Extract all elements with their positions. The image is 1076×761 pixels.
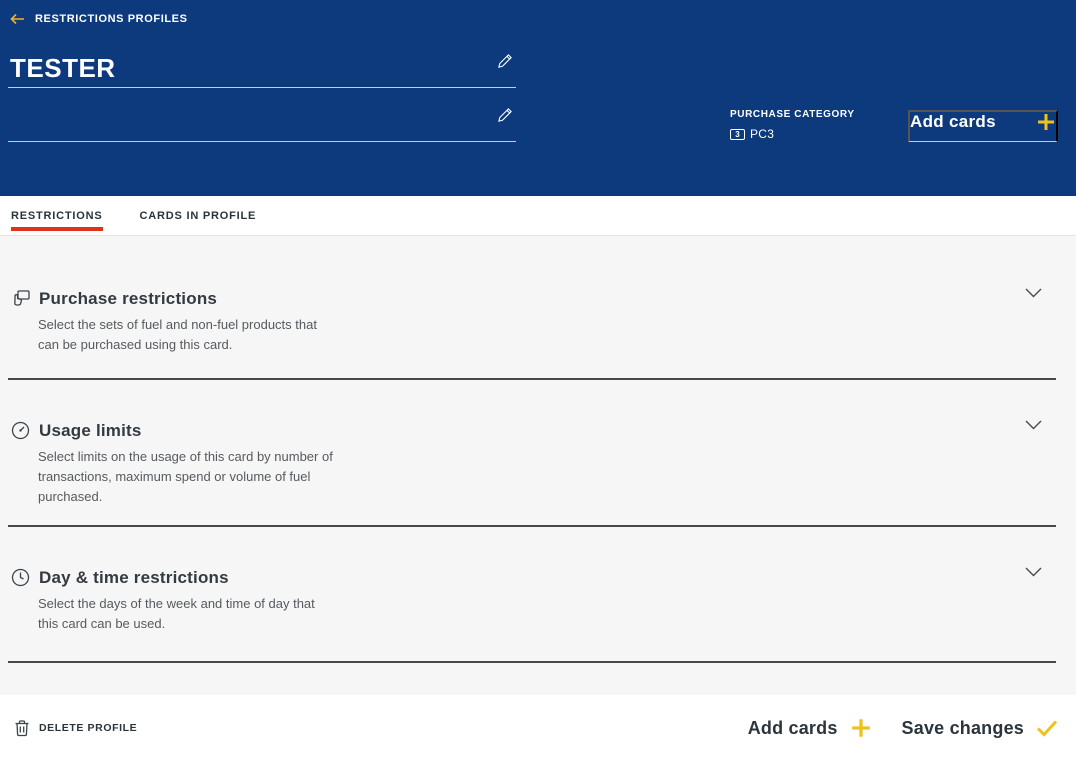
tab-bar: RESTRICTIONS CARDS IN PROFILE: [0, 196, 1076, 236]
action-footer: DELETE PROFILE Add cards Save changes: [0, 695, 1076, 761]
profile-name-field[interactable]: TESTER: [8, 46, 516, 88]
edit-description-button[interactable]: [496, 106, 514, 127]
section-title: Usage limits: [39, 421, 142, 441]
hand-card-icon: [10, 288, 31, 309]
add-cards-button[interactable]: Add cards: [748, 717, 872, 739]
section-description: Select limits on the usage of this card …: [38, 447, 334, 507]
plus-icon: [850, 717, 872, 739]
restrictions-panel: Purchase restrictions Select the sets of…: [0, 236, 1076, 695]
chevron-down-icon[interactable]: [1025, 420, 1042, 430]
breadcrumb-label: RESTRICTIONS PROFILES: [35, 13, 188, 25]
profile-name: TESTER: [8, 46, 116, 84]
tab-cards-in-profile[interactable]: CARDS IN PROFILE: [140, 196, 257, 235]
purchase-category-badge-icon: 3: [730, 129, 745, 140]
profile-header: RESTRICTIONS PROFILES TESTER PURCHASE: [0, 0, 1076, 196]
breadcrumb-back[interactable]: RESTRICTIONS PROFILES: [10, 13, 188, 25]
back-arrow-icon: [10, 13, 25, 25]
pencil-icon: [496, 106, 514, 127]
add-cards-header-label: Add cards: [910, 112, 996, 132]
chevron-down-icon[interactable]: [1025, 288, 1042, 298]
section-title: Day & time restrictions: [39, 568, 229, 588]
chevron-down-icon[interactable]: [1025, 567, 1042, 577]
edit-name-button[interactable]: [496, 52, 514, 73]
pencil-icon: [496, 52, 514, 73]
profile-description-field[interactable]: [8, 100, 516, 142]
section-description: Select the sets of fuel and non-fuel pro…: [38, 315, 334, 355]
purchase-category-value: PC3: [750, 127, 774, 141]
trash-icon: [14, 719, 30, 737]
purchase-category: PURCHASE CATEGORY 3 PC3: [730, 109, 855, 141]
section-description: Select the days of the week and time of …: [38, 594, 334, 634]
section-title: Purchase restrictions: [39, 289, 217, 309]
delete-profile-label: DELETE PROFILE: [39, 722, 137, 734]
add-cards-label: Add cards: [748, 718, 838, 739]
plus-icon: [1036, 112, 1056, 132]
section-day-time-restrictions[interactable]: Day & time restrictions Select the days …: [8, 527, 1056, 663]
section-usage-limits[interactable]: Usage limits Select limits on the usage …: [8, 380, 1056, 527]
gauge-icon: [10, 420, 31, 441]
save-changes-button[interactable]: Save changes: [902, 718, 1058, 739]
check-icon: [1036, 719, 1058, 737]
section-purchase-restrictions[interactable]: Purchase restrictions Select the sets of…: [8, 236, 1056, 380]
tab-restrictions[interactable]: RESTRICTIONS: [11, 196, 103, 235]
save-changes-label: Save changes: [902, 718, 1024, 739]
delete-profile-button[interactable]: DELETE PROFILE: [14, 719, 137, 737]
purchase-category-label: PURCHASE CATEGORY: [730, 109, 855, 120]
add-cards-header-button[interactable]: Add cards: [908, 110, 1058, 142]
clock-icon: [10, 567, 31, 588]
